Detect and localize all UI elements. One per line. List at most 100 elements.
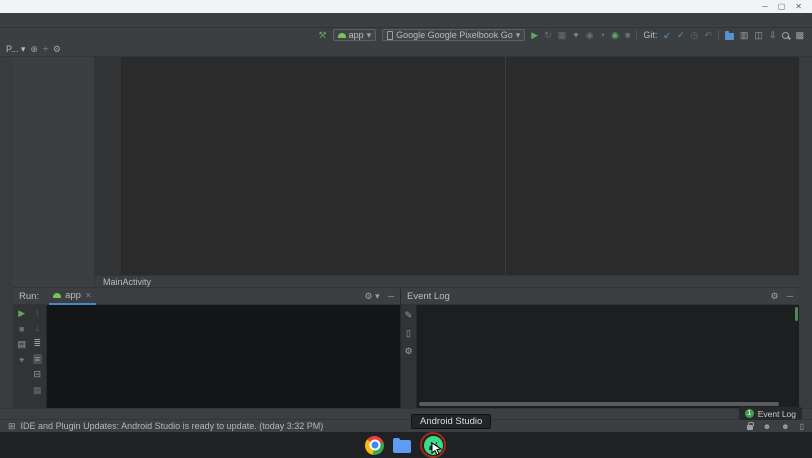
git-label: Git: (643, 30, 657, 40)
rerun-button[interactable]: ▶ (18, 308, 25, 319)
run-profile-button[interactable]: ◉ (611, 30, 619, 40)
heap-indicator-icon[interactable]: ▯ (800, 422, 804, 431)
pin-icon[interactable]: ⌖ (19, 355, 24, 366)
event-log-entries[interactable] (417, 305, 799, 409)
restore-layout-icon[interactable]: ▤ (17, 339, 26, 350)
tool-window-bar (0, 408, 812, 419)
window-titlebar: ─ ▢ ✕ (0, 0, 812, 13)
toolbar-divider (718, 30, 719, 40)
run-console[interactable] (47, 305, 400, 409)
vertical-scrollbar[interactable] (795, 307, 798, 321)
close-icon[interactable]: ✕ (85, 291, 92, 300)
gear-icon[interactable]: ⚙ ▾ (365, 291, 380, 302)
run-tab-app[interactable]: app ✕ (49, 288, 96, 305)
git-history-button[interactable]: ◷ (691, 30, 699, 40)
run-panel-header: Run: app ✕ ⚙ ▾ ─ (13, 288, 400, 305)
minimize-panel-icon[interactable]: ─ (388, 291, 394, 301)
android-studio-shelf-item[interactable] (420, 432, 447, 458)
notifications-button[interactable]: ▩ (795, 30, 804, 40)
project-panel-header: P... ▾ ⊕ ÷ ⚙ (0, 42, 95, 56)
git-update-button[interactable]: ↙ (663, 30, 671, 40)
run-config-select[interactable]: app ▾ (333, 29, 377, 41)
edit-icon[interactable]: ✎ (405, 310, 413, 321)
event-log-button[interactable]: 1 Event Log (739, 407, 802, 420)
locate-file-icon[interactable]: ⊕ (30, 44, 38, 54)
readonly-lock-icon[interactable] (747, 425, 753, 430)
print-icon[interactable]: ⊟ (33, 369, 41, 380)
emoji-indicator-icon[interactable]: ☻ (763, 422, 771, 431)
chevron-down-icon: ▾ (367, 30, 372, 40)
clear-console-icon[interactable]: ▦ (33, 385, 42, 396)
event-log-header: Event Log ⚙ ─ (401, 288, 799, 305)
device-select[interactable]: Google Google Pixelbook Go ▾ (382, 29, 525, 41)
sdk-manager-button[interactable]: ⇩ (769, 30, 777, 40)
chromeos-shelf: US 3 5:41 (0, 432, 812, 458)
mouse-cursor-icon (431, 442, 443, 456)
event-log-button-label: Event Log (758, 409, 796, 419)
run-panel: Run: app ✕ ⚙ ▾ ─ ▶ ■ ▤ ⌖ ↑ ↓ ≣ ≡ ⊟ ▦ (13, 287, 400, 408)
stop-button[interactable]: ■ (19, 324, 24, 334)
horizontal-scrollbar[interactable] (419, 402, 779, 406)
gear-icon[interactable]: ⚙ (53, 44, 61, 54)
settings-wrench-icon[interactable]: ⚙ (404, 346, 412, 357)
status-bar: ⊞ IDE and Plugin Updates: Android Studio… (0, 419, 812, 432)
window-minimize-button[interactable]: ─ (762, 3, 768, 11)
chrome-icon[interactable] (365, 436, 384, 455)
emoji-indicator-icon[interactable]: ☻ (781, 422, 789, 431)
restart-button[interactable]: ↻ (544, 30, 552, 40)
apply-changes-button[interactable]: ✦ (572, 30, 580, 40)
stop-button[interactable]: ■ (625, 30, 630, 40)
window-close-button[interactable]: ✕ (795, 3, 802, 11)
soft-wrap-icon[interactable]: ≣ (33, 338, 41, 349)
notification-badge: 1 (745, 409, 754, 418)
status-message: IDE and Plugin Updates: Android Studio i… (21, 421, 324, 431)
build-hammer-icon[interactable]: ⚒ (319, 30, 327, 40)
device-icon (387, 31, 393, 40)
right-tool-stripe (799, 57, 812, 408)
search-icon[interactable] (782, 32, 789, 39)
event-log-title: Event Log (407, 291, 450, 302)
up-stack-icon[interactable]: ↑ (35, 308, 40, 318)
run-tab-label: app (65, 290, 81, 301)
run-config-value: app (349, 30, 364, 40)
left-tool-stripe (0, 57, 13, 408)
event-log-toolbar: ✎ ▯ ⚙ (401, 305, 417, 409)
toolbar-divider (636, 30, 637, 40)
editor-tab-bar: P... ▾ ⊕ ÷ ⚙ (0, 42, 812, 57)
run-panel-title: Run: (19, 291, 39, 302)
coverage-button[interactable]: ▦ (558, 30, 567, 40)
device-file-explorer-icon[interactable] (725, 33, 734, 40)
trash-icon[interactable]: ▯ (406, 328, 411, 339)
profiler-button[interactable]: ◔ (600, 30, 605, 40)
event-log-panel: Event Log ⚙ ─ ✎ ▯ ⚙ (400, 287, 799, 408)
editor-breadcrumb-bar: MainActivity (95, 275, 799, 287)
layout-inspector-button[interactable]: ▥ (740, 30, 749, 40)
code-editor[interactable] (95, 57, 786, 275)
collapse-all-icon[interactable]: ÷ (43, 44, 48, 54)
run-button[interactable]: ▶ (531, 30, 538, 40)
project-selector[interactable]: P... ▾ (6, 44, 25, 55)
menu-bar (0, 13, 812, 28)
editor-error-stripe[interactable] (786, 57, 799, 275)
avd-manager-button[interactable]: ◫ (754, 30, 763, 40)
main-toolbar: ⚒ app ▾ Google Google Pixelbook Go ▾ ▶ ↻… (0, 28, 812, 42)
files-app-icon[interactable] (393, 440, 411, 453)
attach-debugger-button[interactable]: ◉ (586, 30, 594, 40)
git-rollback-button[interactable]: ↶ (704, 30, 712, 40)
android-icon (338, 33, 346, 38)
right-margin-guide (505, 57, 506, 275)
status-icon: ⊞ (8, 421, 16, 431)
minimize-panel-icon[interactable]: ─ (787, 291, 793, 301)
run-toolbar: ▶ ■ ▤ ⌖ ↑ ↓ ≣ ≡ ⊟ ▦ (13, 305, 47, 409)
tooltip: Android Studio (411, 414, 491, 429)
project-tree-panel (13, 57, 95, 287)
window-maximize-button[interactable]: ▢ (778, 3, 786, 11)
git-commit-button[interactable]: ✓ (677, 30, 685, 40)
breadcrumb-class[interactable]: MainActivity (103, 277, 151, 287)
chevron-down-icon: ▾ (516, 30, 521, 40)
device-value: Google Google Pixelbook Go (396, 30, 513, 40)
down-stack-icon[interactable]: ↓ (35, 323, 40, 333)
android-icon (53, 293, 61, 298)
gear-icon[interactable]: ⚙ (771, 291, 779, 302)
scroll-to-end-icon[interactable]: ≡ (33, 354, 42, 364)
